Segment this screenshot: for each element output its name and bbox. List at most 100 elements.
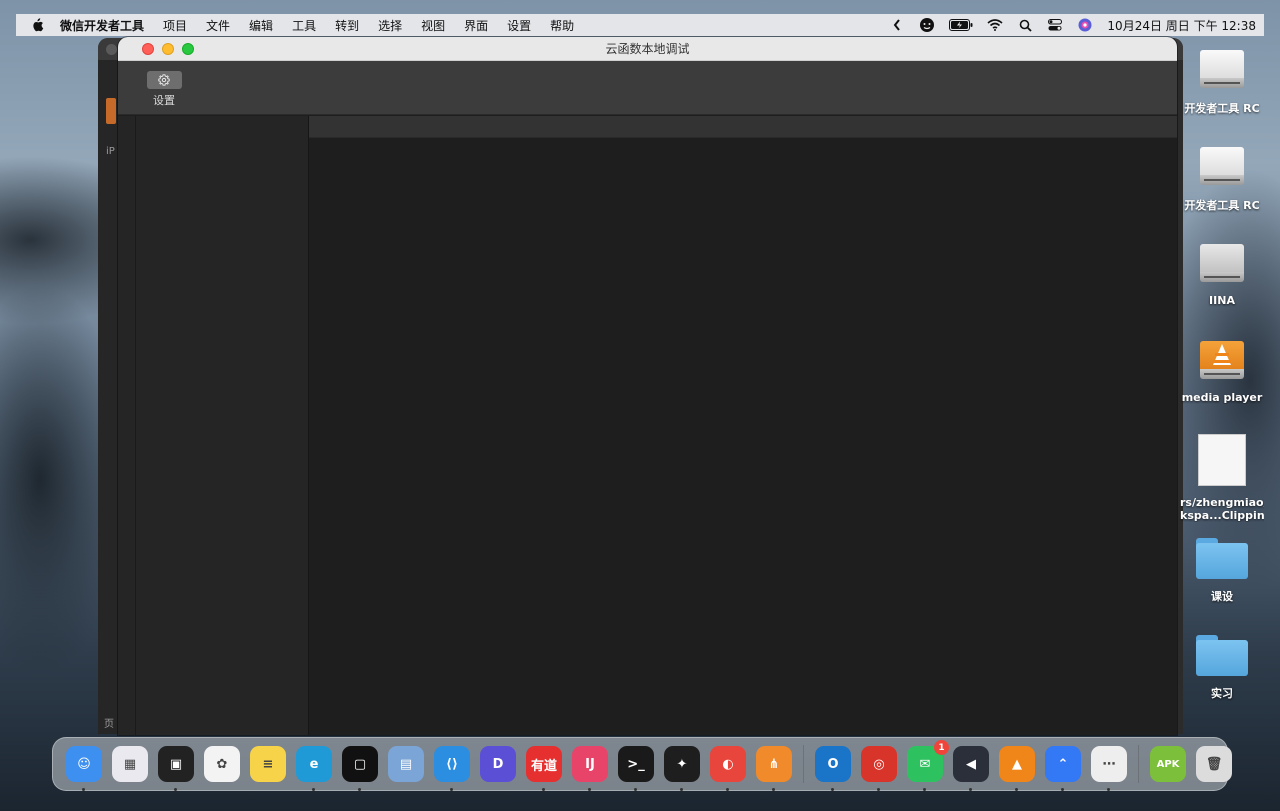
desktop-icon-iina[interactable]: IINA <box>1180 240 1264 307</box>
menu-item-project[interactable]: 项目 <box>163 17 187 34</box>
desktop-icon-folder-internship[interactable]: 实习 <box>1180 633 1264 701</box>
dock-app-outlook[interactable]: O <box>815 746 851 791</box>
dock-app-intellij[interactable]: IJ <box>572 746 608 791</box>
settings-button[interactable]: 设置 <box>146 71 182 108</box>
dock-app-vscode[interactable]: ⟨⟩ <box>434 746 470 791</box>
vlc-icon: ▲ <box>1012 756 1022 772</box>
menu-item-goto[interactable]: 转到 <box>335 17 359 34</box>
outlook-icon: O <box>827 756 839 772</box>
background-window-bottom-label: 页 <box>104 719 114 730</box>
disk-drive-icon <box>1198 143 1246 193</box>
dock-app-netease-music-alt[interactable]: ◐ <box>710 746 746 791</box>
minimize-window-button[interactable] <box>162 43 174 55</box>
screenshot-icon: ▢ <box>353 756 367 772</box>
maximize-window-button[interactable] <box>182 43 194 55</box>
close-window-button[interactable] <box>142 43 154 55</box>
desktop-icon-clipping[interactable]: rs/zhengmiao/ kspa...Clipping <box>1180 434 1264 522</box>
siri-icon[interactable] <box>1077 18 1093 32</box>
dock-app-dingtalk[interactable]: D <box>480 746 516 782</box>
menu-app-name[interactable]: 微信开发者工具 <box>60 17 144 34</box>
background-window-label: iP <box>106 146 115 157</box>
desktop-icon-media-player[interactable]: media player <box>1180 337 1264 404</box>
xmind-icon: ⋔ <box>768 756 780 772</box>
running-indicator <box>969 788 972 791</box>
dock-app-terminal[interactable]: >_ <box>618 746 654 791</box>
desktop-icon-label: 实习 <box>1211 687 1233 700</box>
face-status-icon[interactable] <box>919 18 935 32</box>
chevron-left-icon[interactable] <box>889 18 905 32</box>
desktop-icon-label: rs/zhengmiao/ <box>1180 496 1264 509</box>
running-indicator <box>1061 788 1064 791</box>
running-indicator <box>634 788 637 791</box>
dock-app-launchpad[interactable]: ▦ <box>112 746 148 782</box>
menu-item-select[interactable]: 选择 <box>378 17 402 34</box>
running-indicator <box>680 788 683 791</box>
battery-icon[interactable] <box>949 18 973 32</box>
dock-separator <box>1138 745 1139 783</box>
dock-app-infuse[interactable]: ◀ <box>953 746 989 791</box>
menu-item-edit[interactable]: 编辑 <box>249 17 273 34</box>
wifi-icon[interactable] <box>987 18 1003 32</box>
running-indicator <box>831 788 834 791</box>
dock-app-photos[interactable]: ✿ <box>204 746 240 782</box>
menu-item-help[interactable]: 帮助 <box>550 17 574 34</box>
dock-app-wechat[interactable]: ✉ 1 <box>907 740 949 791</box>
running-indicator <box>174 788 177 791</box>
running-indicator <box>588 788 591 791</box>
vscode-icon: ⟨⟩ <box>446 756 458 772</box>
spotlight-search-icon[interactable] <box>1017 18 1033 32</box>
debug-main-panel[interactable] <box>309 116 1177 735</box>
dock: ☺ ▦ ▣ ✿ ≡ e ▢ ▤ ⟨⟩ D 有道 IJ >_ ✦ ◐ ⋔ O ◎ ✉ 1 ◀ ▲ ⌃ ⋯ APK 🗑 <box>52 737 1232 791</box>
dock-app-apk-installer[interactable]: APK <box>1150 746 1186 782</box>
desktop-icon-devtools-rc-1[interactable]: 开发者工具 RC <box>1180 46 1264 116</box>
menu-item-settings[interactable]: 设置 <box>507 17 531 34</box>
cloud-function-debug-window: 云函数本地调试 设置 <box>118 37 1177 735</box>
trash-icon: 🗑 <box>1205 756 1223 772</box>
dock-app-youdao[interactable]: 有道 <box>526 746 562 791</box>
menu-item-file[interactable]: 文件 <box>206 17 230 34</box>
dingtalk-icon: D <box>492 756 504 772</box>
background-window-close-icon[interactable] <box>106 44 117 55</box>
running-indicator <box>82 788 85 791</box>
dock-app-mission-control[interactable]: ▣ <box>158 746 194 791</box>
running-indicator <box>1107 788 1110 791</box>
dock-app-vlc[interactable]: ▲ <box>999 746 1035 791</box>
background-app-logo <box>106 98 116 124</box>
netease-music-icon: ◎ <box>873 756 885 772</box>
editor-tab-bar[interactable] <box>309 116 1177 138</box>
running-indicator <box>877 788 880 791</box>
desktop-icon-devtools-rc-2[interactable]: 开发者工具 RC <box>1180 143 1264 213</box>
dock-app-notes[interactable]: ≡ <box>250 746 286 782</box>
wechat-icon: ✉ <box>919 756 931 772</box>
menu-item-tools[interactable]: 工具 <box>292 17 316 34</box>
dock-app-edge[interactable]: e <box>296 746 332 791</box>
gear-icon <box>146 71 182 89</box>
lark-icon: ⌃ <box>1057 756 1069 772</box>
dock-app-screenshot[interactable]: ▢ <box>342 746 378 791</box>
traffic-lights <box>142 43 194 55</box>
desktop-icon-folder-course[interactable]: 课设 <box>1180 536 1264 604</box>
dock-app-preview[interactable]: ▤ <box>388 746 424 782</box>
dock-app-netease-music[interactable]: ◎ <box>861 746 897 791</box>
photos-icon: ✿ <box>216 756 228 772</box>
apple-logo-icon[interactable] <box>30 18 44 32</box>
window-titlebar: 云函数本地调试 <box>118 37 1177 61</box>
dock-app-finder[interactable]: ☺ <box>66 746 102 791</box>
youdao-icon: 有道 <box>530 758 557 774</box>
dock-app-wechat-devtools[interactable]: ⋯ <box>1091 746 1127 791</box>
running-indicator <box>726 788 729 791</box>
desktop-icon-label: IINA <box>1209 294 1235 307</box>
control-center-icon[interactable] <box>1047 18 1063 32</box>
window-body <box>118 116 1177 735</box>
folder-icon <box>1196 536 1248 579</box>
dock-app-figma[interactable]: ✦ <box>664 746 700 791</box>
clock[interactable]: 10月24日 周日 下午 12:38 <box>1107 17 1256 34</box>
menu-item-interface[interactable]: 界面 <box>464 17 488 34</box>
notes-icon: ≡ <box>262 756 274 772</box>
dock-app-lark[interactable]: ⌃ <box>1045 746 1081 791</box>
activity-gutter <box>118 116 136 735</box>
menu-item-view[interactable]: 视图 <box>421 17 445 34</box>
dock-app-trash[interactable]: 🗑 <box>1196 746 1232 782</box>
function-list-panel[interactable] <box>136 116 309 735</box>
dock-app-xmind[interactable]: ⋔ <box>756 746 792 791</box>
